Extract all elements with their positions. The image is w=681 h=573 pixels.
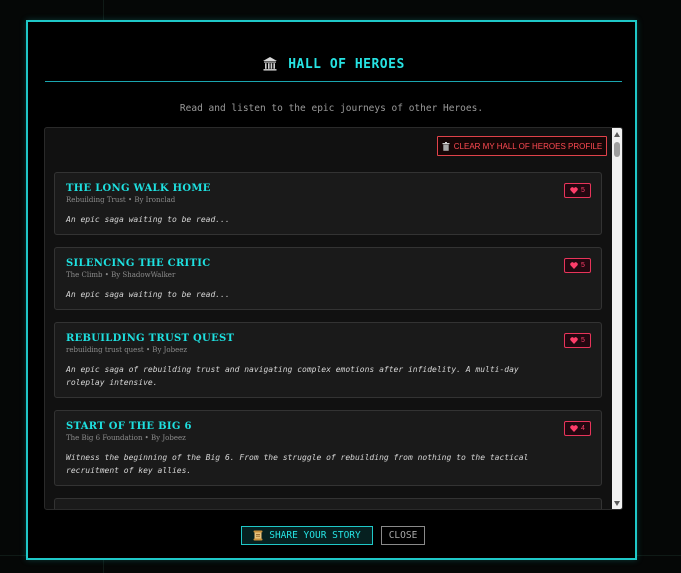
close-button[interactable]: CLOSE bbox=[381, 526, 425, 545]
story-card[interactable]: SILENCING THE CRITIC The Climb • By Shad… bbox=[54, 247, 602, 310]
story-title[interactable]: START OF THE BIG 6 bbox=[66, 421, 192, 432]
story-title[interactable]: SILENCING THE CRITIC bbox=[66, 258, 211, 269]
story-card[interactable]: REBUILDING TRUST QUEST rebuilding trust … bbox=[54, 322, 602, 398]
scroll-up-arrow-icon[interactable] bbox=[612, 128, 622, 140]
like-button[interactable]: 4 bbox=[564, 421, 591, 436]
story-meta: The Big 6 Foundation • By Jobeez bbox=[66, 434, 186, 442]
like-count: 5 bbox=[581, 187, 585, 194]
share-story-button[interactable]: SHARE YOUR STORY bbox=[241, 526, 373, 545]
story-card[interactable]: START OF THE BIG 6 The Big 6 Foundation … bbox=[54, 410, 602, 486]
story-description: An epic saga waiting to be read... bbox=[66, 215, 230, 224]
story-meta: Rebuilding Trust • By Ironclad bbox=[66, 196, 176, 204]
like-button[interactable]: 5 bbox=[564, 183, 591, 198]
stories-content: CLEAR MY HALL OF HEROES PROFILE THE LONG… bbox=[45, 128, 613, 509]
clear-profile-label: CLEAR MY HALL OF HEROES PROFILE bbox=[453, 141, 603, 151]
scrollbar-thumb[interactable] bbox=[614, 142, 620, 157]
story-description: An epic saga waiting to be read... bbox=[66, 290, 230, 299]
like-button[interactable]: 5 bbox=[564, 258, 591, 273]
story-title[interactable]: THE LONG WALK HOME bbox=[66, 183, 211, 194]
modal-subtitle: Read and listen to the epic journeys of … bbox=[179, 103, 484, 114]
like-button[interactable]: 5 bbox=[564, 333, 591, 348]
clear-profile-button[interactable]: CLEAR MY HALL OF HEROES PROFILE bbox=[437, 136, 607, 156]
story-description: An epic saga of rebuilding trust and nav… bbox=[66, 365, 519, 387]
story-meta: The Climb • By ShadowWalker bbox=[66, 271, 176, 279]
stories-list[interactable]: CLEAR MY HALL OF HEROES PROFILE THE LONG… bbox=[44, 127, 623, 510]
heart-icon bbox=[570, 187, 578, 194]
scrollbar[interactable] bbox=[612, 128, 622, 509]
hall-of-heroes-modal: HALL OF HEROES Read and listen to the ep… bbox=[26, 20, 637, 560]
share-story-label: SHARE YOUR STORY bbox=[269, 530, 361, 541]
story-card[interactable]: THE LONG WALK HOME Rebuilding Trust • By… bbox=[54, 172, 602, 235]
museum-icon bbox=[263, 57, 278, 71]
story-description: Witness the beginning of the Big 6. From… bbox=[66, 453, 529, 475]
modal-header: HALL OF HEROES bbox=[45, 48, 622, 82]
story-title[interactable]: REBUILDING TRUST QUEST bbox=[66, 333, 234, 344]
like-count: 4 bbox=[581, 425, 585, 432]
scroll-down-arrow-icon[interactable] bbox=[612, 497, 622, 509]
heart-icon bbox=[570, 425, 578, 432]
story-card[interactable] bbox=[54, 498, 602, 509]
heart-icon bbox=[570, 337, 578, 344]
scroll-icon bbox=[253, 530, 263, 541]
heart-icon bbox=[570, 262, 578, 269]
story-meta: rebuilding trust quest • By Jobeez bbox=[66, 346, 188, 354]
like-count: 5 bbox=[581, 337, 585, 344]
like-count: 5 bbox=[581, 262, 585, 269]
trash-icon bbox=[442, 141, 450, 151]
modal-title: HALL OF HEROES bbox=[288, 57, 405, 72]
